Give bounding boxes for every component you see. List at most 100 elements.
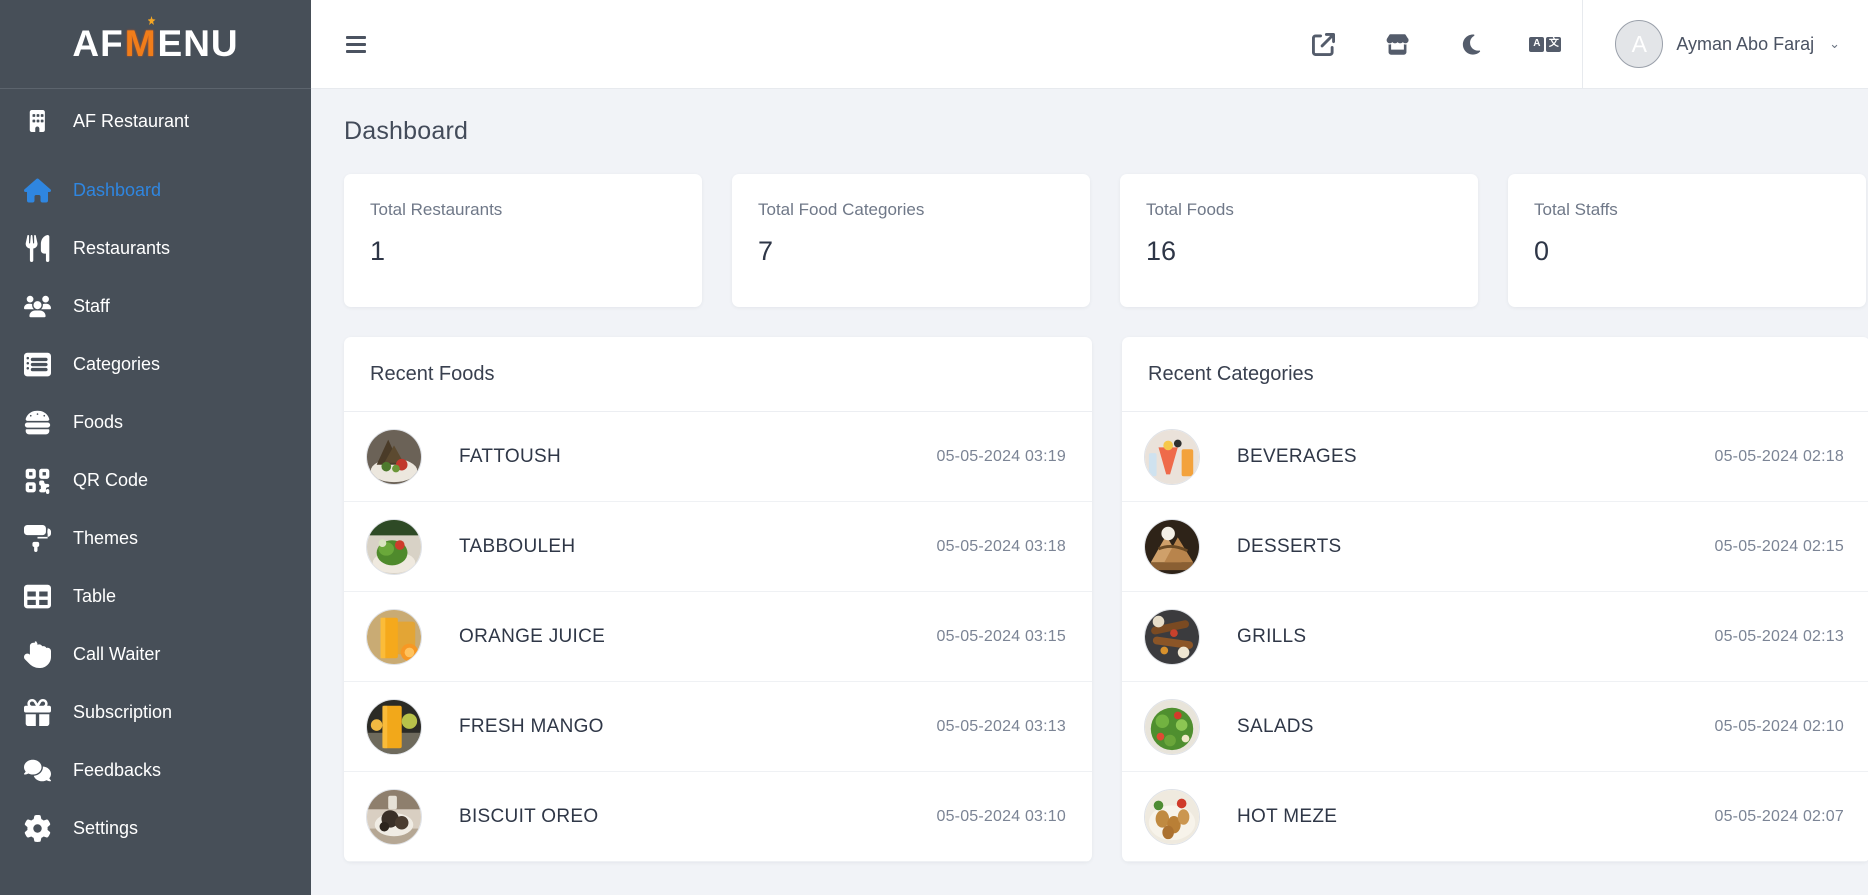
stat-card-total-restaurants: Total Restaurants 1: [344, 174, 702, 307]
sidebar-item-label: Themes: [73, 528, 139, 548]
food-thumbnail: [366, 428, 422, 485]
food-date: 05-05-2024 03:19: [936, 447, 1066, 465]
sidebar-item-subscription[interactable]: Subscription: [0, 683, 311, 741]
stat-card-total-staffs: Total Staffs 0: [1508, 174, 1866, 307]
stat-value: 16: [1146, 236, 1177, 266]
sidebar-item-label: Foods: [73, 412, 124, 432]
food-name: FATTOUSH: [459, 445, 561, 467]
category-date: 05-05-2024 02:18: [1714, 447, 1844, 465]
food-date: 05-05-2024 03:18: [936, 537, 1066, 555]
logo-af: AF: [72, 23, 124, 64]
page-title: Dashboard: [344, 117, 469, 145]
category-date: 05-05-2024 02:13: [1714, 627, 1844, 645]
recent-foods-panel: Recent Foods FATTOUSH 05-05-2024 03:19 T…: [344, 337, 1092, 862]
food-name: BISCUIT OREO: [459, 805, 599, 827]
sidebar-item-label: Feedbacks: [73, 760, 162, 780]
category-thumbnail: [1144, 428, 1200, 485]
list-item[interactable]: GRILLS 05-05-2024 02:13: [1122, 592, 1868, 682]
qrcode-icon: [24, 467, 51, 494]
stat-value: 1: [370, 236, 386, 266]
sidebar-item-label: Staff: [73, 296, 110, 316]
burger-icon: [24, 409, 51, 436]
home-icon: [24, 177, 51, 204]
building-icon: [24, 108, 51, 135]
sidebar-item-label: Categories: [73, 354, 161, 374]
paint-roller-icon: [24, 524, 51, 552]
category-name: SALADS: [1237, 715, 1314, 737]
sidebar-item-dashboard[interactable]: Dashboard: [0, 161, 311, 219]
app-root: AF M ENU AF Restaurant Dashboard Restauran…: [0, 0, 1868, 895]
logo-enu: ENU: [157, 23, 239, 64]
sidebar-item-restaurants[interactable]: Restaurants: [0, 219, 311, 277]
sidebar: AF M ENU AF Restaurant Dashboard Restauran…: [0, 0, 311, 895]
food-name: TABBOULEH: [459, 535, 576, 557]
sidebar-restaurant-selector[interactable]: AF Restaurant: [0, 89, 311, 153]
sidebar-item-label: QR Code: [73, 470, 149, 490]
stat-card-total-food-categories: Total Food Categories 7: [732, 174, 1090, 307]
stat-card-total-foods: Total Foods 16: [1120, 174, 1478, 307]
app-logo[interactable]: AF M ENU: [0, 0, 311, 89]
list-item[interactable]: TABBOULEH 05-05-2024 03:18: [344, 502, 1092, 592]
recent-categories-panel: Recent Categories BEVERAGES 05-05-2024 0…: [1122, 337, 1868, 862]
food-date: 05-05-2024 03:13: [936, 717, 1066, 735]
sidebar-item-settings[interactable]: Settings: [0, 799, 311, 857]
sidebar-item-qr-code[interactable]: QR Code: [0, 451, 311, 509]
list-item[interactable]: HOT MEZE 05-05-2024 02:07: [1122, 772, 1868, 862]
list-item[interactable]: BISCUIT OREO 05-05-2024 03:10: [344, 772, 1092, 862]
sidebar-item-foods[interactable]: Foods: [0, 393, 311, 451]
category-name: HOT MEZE: [1237, 805, 1338, 827]
category-thumbnail: [1144, 608, 1200, 665]
topbar: A 文 A Ayman Abo Faraj ⌄: [311, 0, 1868, 89]
sidebar-item-label: Dashboard: [73, 180, 162, 200]
list-item[interactable]: FRESH MANGO 05-05-2024 03:13: [344, 682, 1092, 772]
hand-icon: [24, 640, 51, 668]
store-icon[interactable]: [1360, 0, 1434, 89]
content: Dashboard Total Restaurants 1 Total Food…: [311, 89, 1868, 895]
sidebar-restaurant-label: AF Restaurant: [73, 111, 190, 131]
food-date: 05-05-2024 03:15: [936, 627, 1066, 645]
moon-icon[interactable]: [1434, 0, 1508, 89]
sidebar-item-label: Call Waiter: [73, 644, 161, 664]
panels-row: Recent Foods FATTOUSH 05-05-2024 03:19 T…: [344, 337, 1868, 862]
category-name: BEVERAGES: [1237, 445, 1357, 467]
list-item[interactable]: BEVERAGES 05-05-2024 02:18: [1122, 412, 1868, 502]
translate-icon[interactable]: A 文: [1508, 0, 1582, 89]
topbar-actions: A 文 A Ayman Abo Faraj ⌄: [1286, 0, 1868, 89]
avatar: A: [1615, 20, 1664, 68]
gear-icon: [24, 814, 51, 842]
stat-label: Total Food Categories: [758, 200, 925, 219]
category-thumbnail: [1144, 698, 1200, 755]
food-thumbnail: [366, 608, 422, 665]
category-name: GRILLS: [1237, 625, 1307, 647]
translate-letter-right: 文: [1546, 36, 1562, 52]
comments-icon: [24, 757, 51, 784]
sidebar-item-feedbacks[interactable]: Feedbacks: [0, 741, 311, 799]
sidebar-item-label: Restaurants: [73, 238, 171, 258]
list-item[interactable]: FATTOUSH 05-05-2024 03:19: [344, 412, 1092, 502]
category-date: 05-05-2024 02:15: [1714, 537, 1844, 555]
food-thumbnail: [366, 698, 422, 755]
list-item[interactable]: SALADS 05-05-2024 02:10: [1122, 682, 1868, 772]
sidebar-item-themes[interactable]: Themes: [0, 509, 311, 567]
sidebar-item-table[interactable]: Table: [0, 567, 311, 625]
recent-foods-title: Recent Foods: [344, 337, 1092, 412]
user-menu[interactable]: A Ayman Abo Faraj ⌄: [1582, 0, 1868, 89]
list-item[interactable]: ORANGE JUICE 05-05-2024 03:15: [344, 592, 1092, 682]
hamburger-icon[interactable]: [344, 30, 368, 59]
stat-label: Total Restaurants: [370, 200, 503, 219]
stat-value: 0: [1534, 236, 1550, 266]
stat-label: Total Staffs: [1534, 200, 1618, 219]
sidebar-item-label: Settings: [73, 818, 139, 838]
sidebar-item-staff[interactable]: Staff: [0, 277, 311, 335]
utensils-icon: [24, 234, 51, 262]
sidebar-item-label: Subscription: [73, 702, 173, 722]
sidebar-item-categories[interactable]: Categories: [0, 335, 311, 393]
stats-row: Total Restaurants 1 Total Food Categorie…: [344, 174, 1868, 307]
logo-m-icon: M: [124, 23, 157, 64]
list-item[interactable]: DESSERTS 05-05-2024 02:15: [1122, 502, 1868, 592]
category-thumbnail: [1144, 518, 1200, 575]
sidebar-item-call-waiter[interactable]: Call Waiter: [0, 625, 311, 683]
table-icon: [24, 583, 51, 610]
food-thumbnail: [366, 788, 422, 845]
external-link-icon[interactable]: [1286, 0, 1360, 89]
